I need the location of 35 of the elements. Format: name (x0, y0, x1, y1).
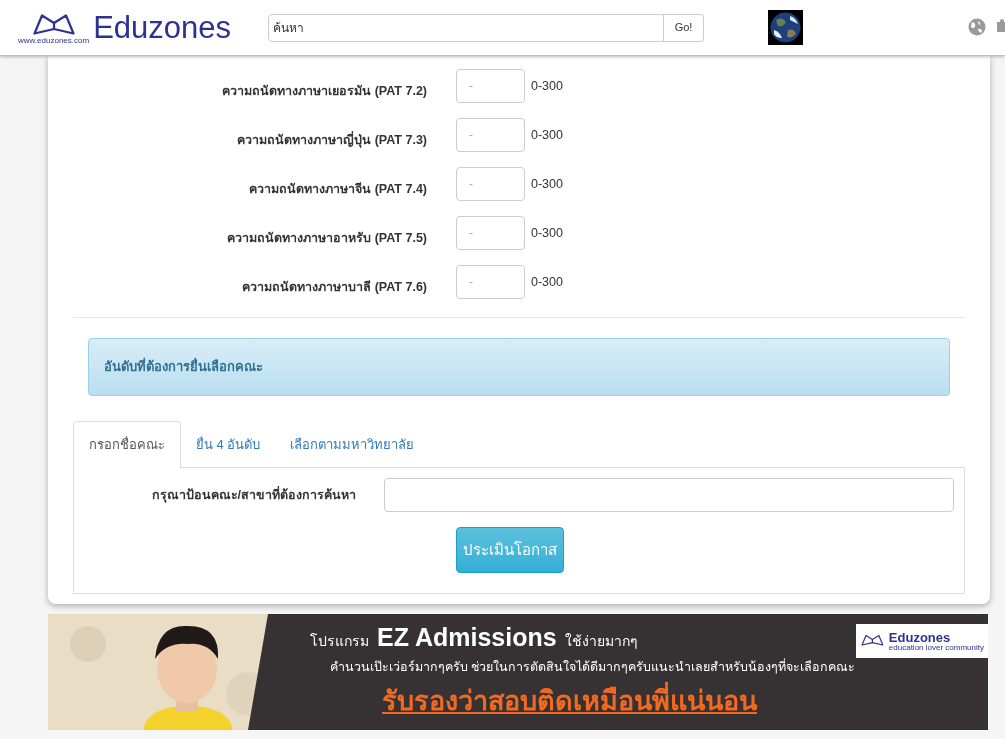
tab[interactable]: ยื่น 4 อันดับ (181, 421, 276, 468)
score-label: ความถนัดทางภาษาอาหรับ (PAT 7.5) (226, 230, 427, 247)
score-field[interactable]: - (456, 69, 525, 103)
section-heading: อันดับที่ต้องการยื่นเลือกคณะ (88, 338, 950, 396)
tab[interactable]: กรอกชื่อคณะ (73, 421, 181, 469)
score-range: 0-300 (531, 127, 563, 144)
faculty-search-field[interactable] (384, 478, 954, 512)
score-field[interactable]: - (456, 167, 525, 201)
banner[interactable]: โปรแกรม EZ Admissions ใช้ง่ายมากๆ คำนวนเป๊ะเว่อร์มากๆครับ ช่วยในการตัดสินใจได้ดีมากๆครับแนะนำเลยสำหรับน้องๆที่จะเลือกคณะ รับรองว่าสอบติดเหมือนพี่แน่นอน Eduzones education lover community (48, 614, 988, 730)
banner-suffix: ใช้ง่ายมากๆ (564, 632, 638, 651)
score-label: ความถนัดทางภาษาบาลี (PAT 7.6) (241, 279, 427, 296)
logo-url: www.eduzones.com (18, 36, 90, 45)
banner-subtitle: คำนวนเป๊ะเว่อร์มากๆครับ ช่วยในการตัดสินใจได้ดีมากๆครับแนะนำเลยสำหรับน้องๆที่จะเลือกคณะ (330, 658, 857, 676)
banner-title: EZ Admissions (377, 622, 557, 652)
score-field[interactable]: - (456, 118, 525, 152)
banner-logo-tagline: education lover community (888, 643, 984, 652)
globe-icon[interactable] (968, 18, 986, 36)
faculty-label: กรุณาป้อนคณะ/สาขาที่ต้องการค้นหา (150, 485, 356, 505)
score-label: ความถนัดทางภาษาญี่ปุ่น (PAT 7.3) (236, 131, 427, 150)
logo-text[interactable]: Eduzones (93, 12, 232, 43)
banner-slogan: รับรองว่าสอบติดเหมือนพี่แน่นอน (382, 680, 757, 722)
score-range: 0-300 (531, 274, 563, 291)
score-field[interactable]: - (456, 265, 525, 299)
tab[interactable]: เลือกตามมหาวิทยาลัย (275, 421, 430, 468)
score-range: 0-300 (531, 78, 563, 95)
banner-logo-text: Eduzones (888, 630, 952, 644)
book-icon (860, 633, 885, 649)
banner-prefix: โปรแกรม (310, 632, 369, 651)
search-field[interactable]: ค้นหา (268, 13, 664, 42)
go-button[interactable]: Go! (664, 13, 704, 42)
score-label: ความถนัดทางภาษาเยอรมัน (PAT 7.2) (221, 83, 427, 100)
score-range: 0-300 (531, 225, 563, 242)
score-label: ความถนัดทางภาษาจีน (PAT 7.4) (248, 181, 427, 198)
score-range: 0-300 (531, 176, 563, 193)
score-field[interactable]: - (456, 216, 525, 250)
